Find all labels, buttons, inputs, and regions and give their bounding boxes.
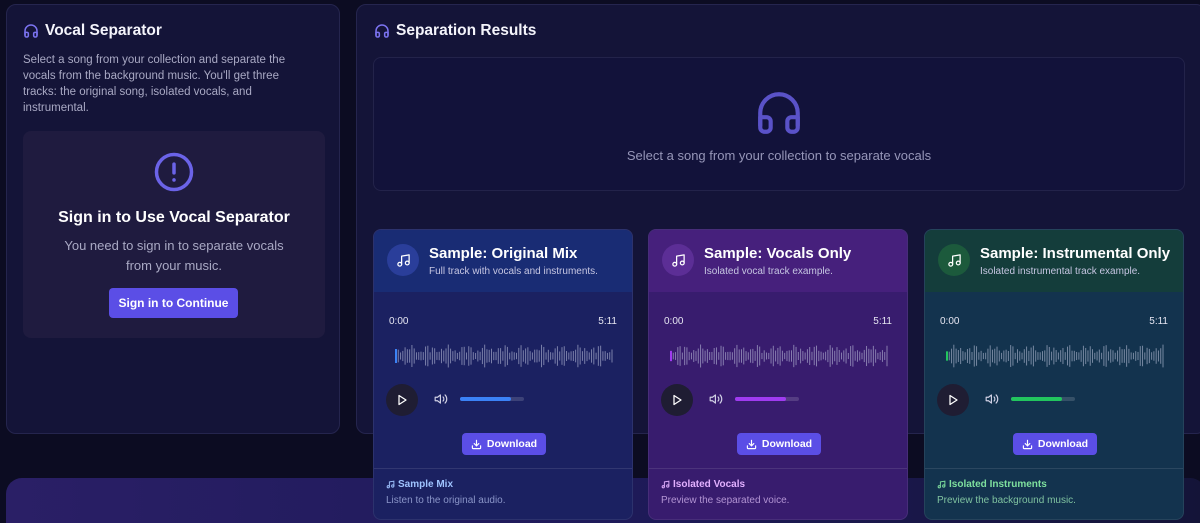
audio-card-vocals: Sample: Vocals Only Isolated vocal track… [648, 229, 908, 520]
card-footer: Isolated Vocals Preview the separated vo… [649, 468, 907, 519]
signin-prompt: Sign in to Use Vocal Separator You need … [23, 131, 325, 338]
music-note-icon [662, 244, 694, 276]
footer-title: Isolated Instruments [937, 479, 1047, 490]
signin-text: You need to sign in to separate vocals f… [64, 238, 284, 273]
card-title: Sample: Instrumental Only [980, 245, 1171, 262]
volume-icon[interactable] [434, 392, 448, 406]
volume-level [460, 397, 512, 401]
card-header: Sample: Original Mix Full track with voc… [374, 230, 632, 292]
empty-state-text: Select a song from your collection to se… [626, 148, 932, 163]
vocal-separator-panel: Vocal Separator Select a song from your … [6, 4, 340, 434]
volume-level [735, 397, 787, 401]
separation-results-heading: Separation Results [374, 22, 536, 40]
empty-state: Select a song from your collection to se… [373, 57, 1185, 191]
current-time: 0:00 [940, 316, 960, 327]
footer-title-text: Isolated Instruments [949, 479, 1047, 490]
total-time: 5:11 [1149, 316, 1168, 327]
audio-card-original: Sample: Original Mix Full track with voc… [373, 229, 633, 520]
volume-level [1011, 397, 1063, 401]
signin-title: Sign in to Use Vocal Separator [58, 209, 290, 226]
play-icon [398, 394, 407, 406]
download-button[interactable]: Download [1013, 433, 1097, 455]
total-time: 5:11 [873, 316, 892, 327]
card-title: Sample: Original Mix [429, 245, 578, 262]
total-time: 5:11 [598, 316, 617, 327]
waveform[interactable] [945, 340, 1165, 372]
card-header: Sample: Vocals Only Isolated vocal track… [649, 230, 907, 292]
panel-title-text: Vocal Separator [45, 22, 162, 39]
audio-player: 0:00 5:11 Download [925, 292, 1183, 468]
play-button[interactable] [937, 384, 969, 416]
headphones-icon [758, 92, 800, 134]
footer-subtitle: Preview the separated voice. [661, 495, 790, 506]
vocal-separator-heading: Vocal Separator [23, 22, 162, 40]
download-icon [1022, 439, 1033, 449]
play-icon [949, 394, 958, 406]
headphones-icon [24, 24, 38, 38]
music-note-icon [387, 244, 419, 276]
volume-slider[interactable] [460, 397, 524, 401]
waveform[interactable] [394, 340, 614, 372]
download-icon [471, 439, 482, 449]
volume-icon[interactable] [985, 392, 999, 406]
panel-description: Select a song from your collection and s… [23, 54, 286, 114]
waveform[interactable] [669, 340, 889, 372]
footer-subtitle: Listen to the original audio. [386, 495, 506, 506]
play-icon [673, 394, 682, 406]
play-button[interactable] [386, 384, 418, 416]
volume-slider[interactable] [1011, 397, 1075, 401]
headphones-icon [375, 24, 389, 38]
card-footer: Isolated Instruments Preview the backgro… [925, 468, 1183, 519]
audio-player: 0:00 5:11 Download [649, 292, 907, 468]
play-button[interactable] [661, 384, 693, 416]
download-label: Download [486, 438, 538, 450]
panel-title-text: Separation Results [396, 22, 537, 39]
download-label: Download [761, 438, 813, 450]
download-button[interactable]: Download [737, 433, 821, 455]
volume-slider[interactable] [735, 397, 799, 401]
music-note-icon [386, 480, 395, 489]
current-time: 0:00 [389, 316, 409, 327]
download-label: Download [1037, 438, 1089, 450]
audio-player: 0:00 5:11 Download [374, 292, 632, 468]
footer-title-text: Isolated Vocals [673, 479, 746, 490]
download-button[interactable]: Download [462, 433, 546, 455]
card-subtitle: Isolated instrumental track example. [980, 266, 1141, 277]
footer-title: Sample Mix [386, 479, 453, 490]
music-note-icon [937, 480, 946, 489]
card-header: Sample: Instrumental Only Isolated instr… [925, 230, 1183, 292]
download-icon [746, 439, 757, 449]
signin-button[interactable]: Sign in to Continue [109, 288, 238, 318]
card-title: Sample: Vocals Only [704, 245, 852, 262]
card-footer: Sample Mix Listen to the original audio. [374, 468, 632, 519]
music-note-icon [661, 480, 670, 489]
alert-circle-icon [154, 152, 194, 192]
volume-icon[interactable] [709, 392, 723, 406]
music-note-icon [938, 244, 970, 276]
footer-title-text: Sample Mix [398, 479, 454, 490]
footer-subtitle: Preview the background music. [937, 495, 1076, 506]
current-time: 0:00 [664, 316, 684, 327]
footer-title: Isolated Vocals [661, 479, 745, 490]
card-subtitle: Full track with vocals and instruments. [429, 266, 598, 277]
audio-card-instrumental: Sample: Instrumental Only Isolated instr… [924, 229, 1184, 520]
card-subtitle: Isolated vocal track example. [704, 266, 833, 277]
